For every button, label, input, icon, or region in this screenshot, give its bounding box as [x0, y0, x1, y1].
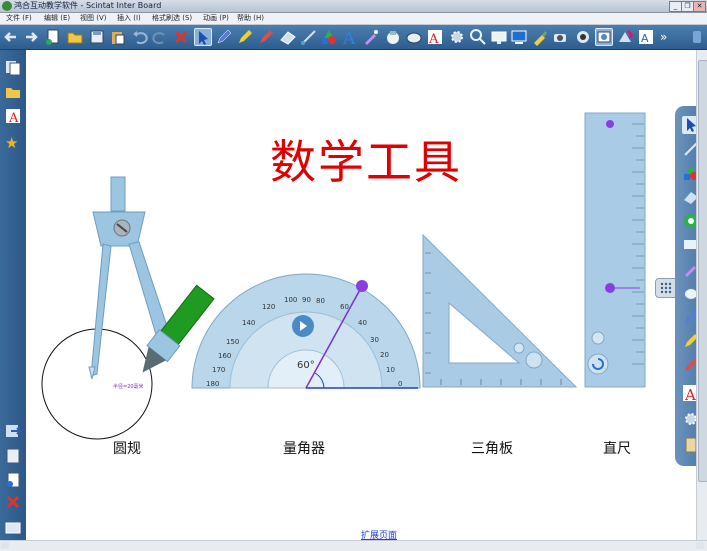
spotlight-icon[interactable]	[574, 28, 592, 46]
paint-icon[interactable]	[531, 28, 549, 46]
triangle-tool[interactable]	[421, 233, 581, 389]
toolbar-more-button[interactable]: »	[660, 30, 667, 44]
compass-tool[interactable]	[35, 172, 215, 447]
magic-pen-icon[interactable]	[362, 28, 380, 46]
scroll-right-icon[interactable]	[696, 542, 704, 549]
pen-icon[interactable]	[215, 28, 233, 46]
page-delete-icon[interactable]	[5, 494, 21, 510]
monitor-icon[interactable]	[510, 28, 528, 46]
brush-icon[interactable]	[257, 28, 275, 46]
menu-view[interactable]: 视图 (V)	[80, 13, 106, 24]
page-list-icon[interactable]	[5, 60, 21, 76]
menu-help[interactable]: 帮助 (H)	[237, 13, 264, 24]
protractor-angle-label: 60°	[297, 360, 315, 371]
svg-text:A: A	[684, 386, 696, 402]
menu-file[interactable]: 文件 (F)	[6, 13, 32, 24]
folder-icon[interactable]	[5, 84, 21, 100]
svg-text:100: 100	[284, 296, 297, 304]
shape-icon[interactable]	[320, 28, 338, 46]
page-new-icon[interactable]	[5, 472, 21, 488]
ruler-tool[interactable]	[584, 112, 646, 388]
svg-text:10: 10	[386, 366, 395, 374]
svg-text:20: 20	[380, 351, 389, 359]
open-folder-icon[interactable]	[66, 28, 84, 46]
export-icon[interactable]	[5, 423, 22, 439]
svg-text:0: 0	[398, 380, 402, 388]
compass-caption: 圆规	[113, 441, 141, 457]
protractor-caption: 量角器	[283, 441, 325, 457]
svg-text:60: 60	[340, 303, 349, 311]
svg-text:A: A	[428, 32, 439, 46]
tools-icon[interactable]	[616, 28, 634, 46]
back-icon[interactable]	[2, 28, 20, 46]
menu-insert[interactable]: 插入 (I)	[117, 13, 141, 24]
text-tool-icon[interactable]: A	[637, 28, 655, 46]
app-icon	[2, 1, 12, 11]
select-arrow-icon[interactable]	[194, 28, 212, 46]
vertical-scrollbar[interactable]	[696, 50, 707, 540]
paste-icon[interactable]	[109, 28, 127, 46]
text-icon[interactable]: A	[341, 28, 359, 46]
page-title: 数学工具	[270, 135, 462, 189]
menu-edit[interactable]: 编辑 (E)	[44, 13, 70, 24]
horizontal-scrollbar[interactable]	[0, 540, 707, 551]
svg-text:90: 90	[302, 296, 311, 304]
svg-text:A: A	[8, 111, 19, 124]
svg-text:140: 140	[242, 319, 255, 327]
save-icon[interactable]	[88, 28, 106, 46]
svg-text:150: 150	[226, 338, 239, 346]
left-sidebar: A ★	[0, 50, 26, 540]
compass-radius-label: 半径=20毫米	[113, 384, 144, 390]
main-toolbar: A A A »	[0, 25, 707, 50]
scroll-thumb[interactable]	[698, 60, 707, 482]
window-title: 鸿合互动教学软件 - Scintat Inter Board	[14, 1, 162, 10]
forward-icon[interactable]	[22, 28, 40, 46]
recorder-icon[interactable]	[384, 28, 402, 46]
svg-text:120: 120	[262, 303, 275, 311]
menu-bar: 文件 (F) 编辑 (E) 视图 (V) 插入 (I) 格式刷选 (S) 动画 …	[0, 13, 707, 25]
camera-icon[interactable]	[552, 28, 570, 46]
redo-icon[interactable]	[151, 28, 169, 46]
svg-text:A: A	[641, 32, 649, 45]
svg-text:★: ★	[5, 134, 18, 150]
line-icon[interactable]	[300, 28, 318, 46]
camera-capture-icon[interactable]	[405, 28, 423, 46]
text-recognition-icon[interactable]: A	[426, 28, 444, 46]
panel-toggle-handle[interactable]	[655, 278, 677, 298]
svg-text:180: 180	[206, 380, 219, 388]
svg-text:40: 40	[358, 319, 367, 327]
svg-text:30: 30	[370, 336, 379, 344]
undo-icon[interactable]	[131, 28, 149, 46]
favorites-icon[interactable]: ★	[5, 134, 21, 152]
svg-text:80: 80	[316, 297, 325, 305]
menu-animation[interactable]: 动画 (P)	[203, 13, 229, 24]
svg-text:170: 170	[212, 366, 225, 374]
zoom-icon[interactable]	[469, 28, 487, 46]
title-bar: 鸿合互动教学软件 - Scintat Inter Board _ ❐ ✕	[0, 0, 707, 13]
toolbar-collapse-icon[interactable]	[693, 31, 701, 43]
new-page-icon[interactable]	[44, 28, 62, 46]
protractor-tool[interactable]: 100 90 80 120 60 140 40 150 30 160 20 170 10 18…	[190, 272, 422, 392]
triangle-caption: 三角板	[471, 441, 513, 457]
page-add-icon[interactable]	[5, 448, 21, 464]
menu-format[interactable]: 格式刷选 (S)	[152, 13, 192, 24]
screenshot-icon[interactable]	[595, 28, 613, 46]
highlighter-icon[interactable]	[236, 28, 254, 46]
svg-text:160: 160	[218, 352, 231, 360]
text-resource-icon[interactable]: A	[5, 108, 21, 126]
eraser-icon[interactable]	[279, 28, 297, 46]
delete-icon[interactable]	[172, 28, 190, 46]
svg-text:A: A	[342, 29, 356, 46]
screen-icon[interactable]	[490, 28, 508, 46]
close-button[interactable]: ✕	[693, 1, 706, 12]
ruler-caption: 直尺	[603, 441, 631, 457]
scroll-left-icon[interactable]	[1, 542, 9, 549]
settings-icon[interactable]	[448, 28, 466, 46]
page-sorter-icon[interactable]	[5, 520, 21, 536]
